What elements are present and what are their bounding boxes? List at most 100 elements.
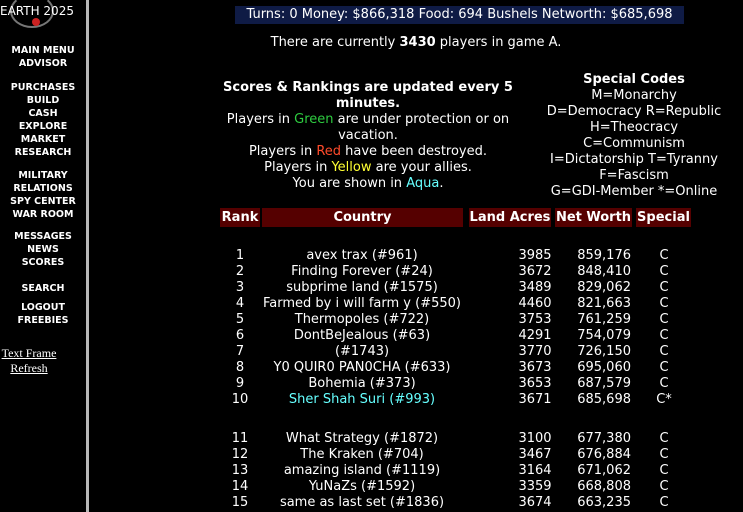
legend-aqua-post: . [439, 176, 444, 191]
row-special: C [659, 248, 669, 263]
nav-market[interactable]: MARKET [0, 133, 86, 146]
nav-war-room[interactable]: WAR ROOM [0, 208, 86, 221]
code-line: D=Democracy R=Republic [546, 104, 722, 119]
row-special: C [659, 280, 669, 295]
nav-search[interactable]: SEARCH [0, 282, 86, 295]
row-country-link[interactable]: Sher Shah Suri (#993) [242, 392, 482, 408]
row-net-worth: 663,235 [577, 495, 631, 510]
row-special: C [659, 479, 669, 494]
logo-dot-icon [32, 18, 40, 26]
row-country-link[interactable]: amazing island (#1119) [242, 463, 482, 479]
players-suffix: players in game A. [435, 35, 562, 50]
nav-advisor[interactable]: ADVISOR [0, 57, 86, 70]
row-country-link[interactable]: Bohemia (#373) [242, 376, 482, 392]
row-net-worth: 754,079 [577, 328, 631, 343]
code-line: F=Fascism [599, 168, 669, 183]
legend-yellow-pre: Players in [264, 160, 332, 175]
row-special: C [659, 328, 669, 343]
nav-spy-center[interactable]: SPY CENTER [0, 195, 86, 208]
code-line: I=Dictatorship T=Tyranny [550, 152, 718, 167]
game-logo[interactable]: EARTH 2025 [0, 0, 84, 34]
nav-freebies[interactable]: FREEBIES [0, 314, 86, 327]
row-land-acres: 3671 [518, 392, 552, 407]
row-country-link[interactable]: DontBeJealous (#63) [242, 328, 482, 344]
row-land-acres: 3653 [518, 376, 552, 391]
row-land-acres: 3753 [518, 312, 552, 327]
row-country-link[interactable]: same as last set (#1836) [242, 495, 482, 511]
special-codes: Special Codes M=Monarchy D=Democracy R=R… [539, 72, 729, 200]
legend-yellow-post: are your allies. [371, 160, 472, 175]
row-special: C [659, 344, 669, 359]
scores-info: Scores & Rankings are updated every 5 mi… [213, 80, 523, 192]
legend-red-word: Red [316, 144, 342, 159]
row-country-link[interactable]: YuNaZs (#1592) [242, 479, 482, 495]
row-net-worth: 821,663 [577, 296, 631, 311]
nav-messages[interactable]: MESSAGES [0, 230, 86, 243]
row-net-worth: 761,259 [577, 312, 631, 327]
row-net-worth: 695,060 [577, 360, 631, 375]
row-country-link[interactable]: The Kraken (#704) [242, 447, 482, 463]
row-net-worth: 677,380 [577, 431, 631, 446]
header-net-worth: Net Worth [555, 208, 632, 227]
row-land-acres: 3985 [518, 248, 552, 263]
row-net-worth: 676,884 [577, 447, 631, 462]
nav-build[interactable]: BUILD [0, 94, 86, 107]
header-special: Special [636, 208, 691, 227]
legend-green-pre: Players in [226, 112, 295, 127]
row-special: C [659, 264, 669, 279]
legend-green-post: are under protection or on vacation. [333, 112, 510, 143]
nav-purchases[interactable]: PURCHASES [0, 81, 86, 94]
row-country-link[interactable]: Farmed by i will farm y (#550) [242, 296, 482, 312]
players-prefix: There are currently [270, 35, 400, 50]
row-country-link[interactable]: subprime land (#1575) [242, 280, 482, 296]
row-special: C [659, 360, 669, 375]
row-country-link[interactable]: avex trax (#961) [242, 248, 482, 264]
nav-logout[interactable]: LOGOUT [0, 301, 86, 314]
text-frame-link[interactable]: Text Frame [0, 346, 58, 360]
header-land-acres: Land Acres [469, 208, 551, 227]
row-special: C [659, 495, 669, 510]
row-special: C [659, 376, 669, 391]
header-country: Country [262, 208, 463, 227]
code-line: M=Monarchy [591, 88, 677, 103]
main-content: Turns: 0 Money: $866,318 Food: 694 Bushe… [89, 0, 743, 512]
players-count: 3430 [399, 35, 436, 50]
row-country-link[interactable]: What Strategy (#1872) [242, 431, 482, 447]
nav-cash[interactable]: CASH [0, 107, 86, 120]
legend-red-pre: Players in [248, 144, 317, 159]
row-net-worth: 687,579 [577, 376, 631, 391]
row-net-worth: 829,062 [577, 280, 631, 295]
row-special: C [659, 431, 669, 446]
players-count-line: There are currently 3430 players in game… [89, 34, 743, 52]
row-land-acres: 3770 [518, 344, 552, 359]
row-country-link[interactable]: Thermopoles (#722) [242, 312, 482, 328]
nav-military[interactable]: MILITARY [0, 169, 86, 182]
legend-green: Players in Green are under protection or… [213, 112, 523, 144]
legend-yellow: Players in Yellow are your allies. [213, 160, 523, 176]
special-codes-heading: Special Codes [583, 72, 685, 87]
code-line: H=Theocracy [589, 120, 679, 135]
legend-aqua: You are shown in Aqua. [213, 176, 523, 192]
status-bar: Turns: 0 Money: $866,318 Food: 694 Bushe… [235, 6, 684, 24]
nav-explore[interactable]: EXPLORE [0, 120, 86, 133]
nav-scores[interactable]: SCORES [0, 256, 86, 269]
nav-news[interactable]: NEWS [0, 243, 86, 256]
header-rank: Rank [220, 208, 260, 227]
nav-main-menu[interactable]: MAIN MENU [0, 44, 86, 57]
row-special: C [659, 312, 669, 327]
row-net-worth: 848,410 [577, 264, 631, 279]
row-country-link[interactable]: Y0 QUIR0 PAN0CHA (#633) [242, 360, 482, 376]
legend-green-word: Green [294, 112, 334, 127]
row-country-link[interactable]: Finding Forever (#24) [242, 264, 482, 280]
row-net-worth: 668,808 [577, 479, 631, 494]
row-net-worth: 726,150 [577, 344, 631, 359]
legend-aqua-pre: You are shown in [292, 176, 407, 191]
code-line: G=GDI-Member *=Online [550, 184, 718, 199]
row-country-link[interactable]: (#1743) [242, 344, 482, 360]
nav-relations[interactable]: RELATIONS [0, 182, 86, 195]
nav-research[interactable]: RESEARCH [0, 146, 86, 159]
row-land-acres: 3489 [518, 280, 552, 295]
row-land-acres: 3100 [518, 431, 552, 446]
refresh-link[interactable]: Refresh [0, 361, 58, 375]
row-land-acres: 3467 [518, 447, 552, 462]
